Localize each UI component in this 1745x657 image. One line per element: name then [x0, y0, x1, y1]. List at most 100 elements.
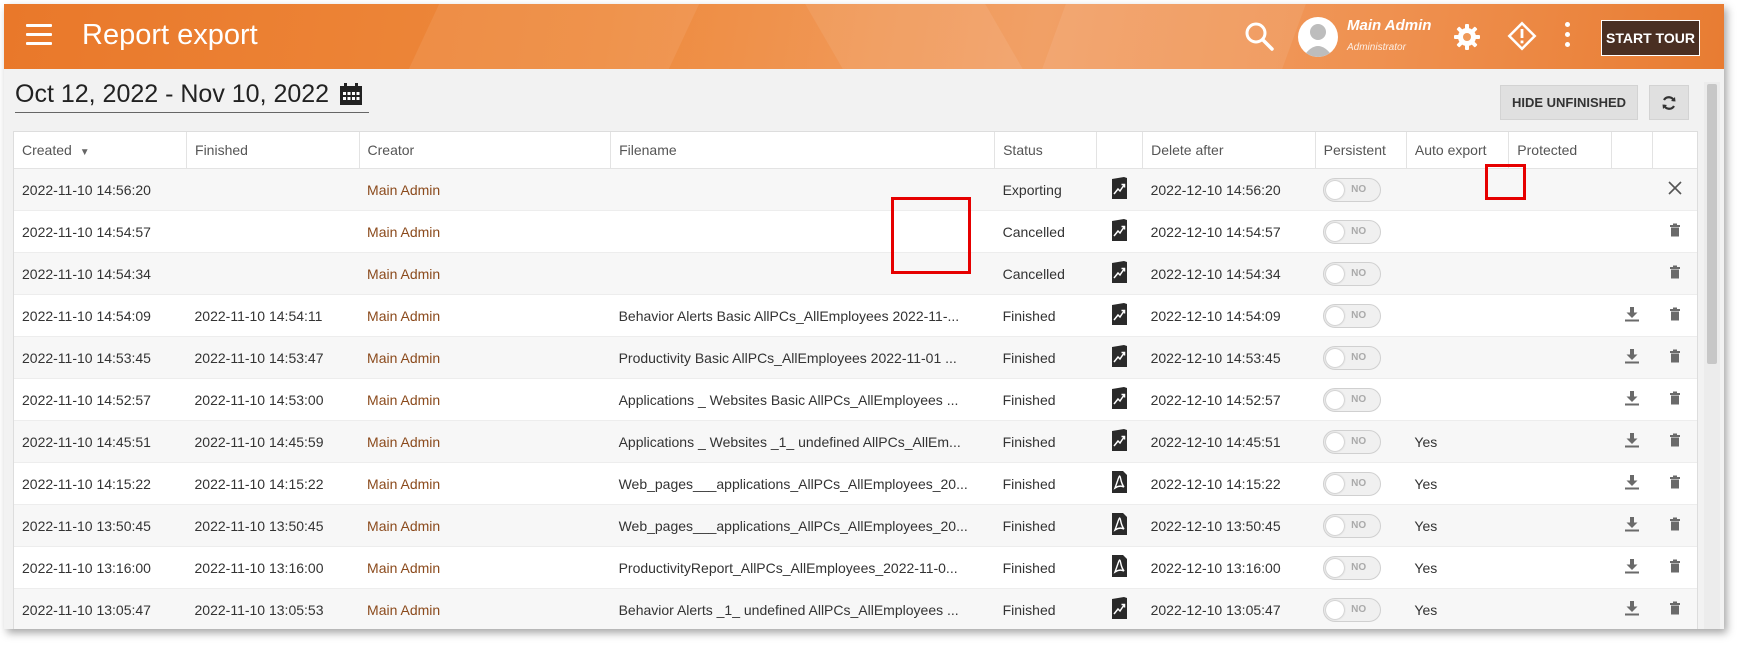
- sort-desc-icon: ▼: [79, 147, 90, 158]
- column-header-auto-export[interactable]: Auto export: [1406, 132, 1510, 169]
- warning-icon[interactable]: [1507, 21, 1537, 51]
- chart-icon[interactable]: [1110, 428, 1129, 455]
- date-range-picker[interactable]: Oct 12, 2022 - Nov 10, 2022: [15, 76, 370, 113]
- trash-icon[interactable]: [1669, 265, 1681, 282]
- chart-icon[interactable]: [1110, 176, 1129, 203]
- chart-icon[interactable]: [1110, 260, 1129, 287]
- cell-filename: [610, 168, 995, 211]
- creator-link[interactable]: Main Admin: [359, 336, 611, 379]
- cell-auto-export: Yes: [1406, 504, 1509, 547]
- persistent-toggle[interactable]: NO: [1323, 219, 1382, 244]
- toggle-label: NO: [1351, 393, 1367, 405]
- cell-action: [1652, 252, 1697, 295]
- pdf-icon[interactable]: [1110, 512, 1129, 539]
- download-icon[interactable]: [1624, 432, 1640, 451]
- cell-delete-after: 2022-12-10 13:05:47: [1142, 588, 1316, 629]
- creator-link[interactable]: Main Admin: [359, 504, 611, 547]
- creator-link[interactable]: Main Admin: [359, 252, 611, 295]
- pdf-icon[interactable]: [1110, 554, 1129, 581]
- avatar[interactable]: [1298, 17, 1338, 57]
- persistent-toggle[interactable]: NO: [1323, 471, 1382, 496]
- search-icon[interactable]: [1244, 21, 1274, 51]
- scrollbar-thumb[interactable]: [1707, 84, 1717, 364]
- persistent-toggle[interactable]: NO: [1323, 261, 1382, 286]
- creator-link[interactable]: Main Admin: [359, 294, 611, 337]
- download-icon[interactable]: [1624, 390, 1640, 409]
- cell-status: Finished: [994, 462, 1097, 505]
- column-header-protected[interactable]: Protected: [1508, 132, 1612, 169]
- creator-link[interactable]: Main Admin: [359, 588, 611, 629]
- cell-auto-export: [1406, 336, 1509, 379]
- column-header-persistent[interactable]: Persistent: [1315, 132, 1407, 169]
- column-header-filename[interactable]: Filename: [610, 132, 996, 169]
- column-header-filetype: [1096, 132, 1144, 169]
- cell-action: [1652, 462, 1697, 505]
- chart-icon[interactable]: [1110, 344, 1129, 371]
- more-options-icon[interactable]: [1562, 22, 1572, 52]
- persistent-toggle[interactable]: NO: [1323, 597, 1382, 622]
- trash-icon[interactable]: [1669, 433, 1681, 450]
- column-header-status[interactable]: Status: [994, 132, 1098, 169]
- hide-unfinished-button[interactable]: HIDE UNFINISHED: [1500, 85, 1638, 120]
- hamburger-menu-icon[interactable]: [26, 24, 52, 46]
- cell-persistent: NO: [1315, 294, 1407, 337]
- cell-protected: [1508, 588, 1612, 629]
- trash-icon[interactable]: [1669, 307, 1681, 324]
- creator-link[interactable]: Main Admin: [359, 210, 611, 253]
- download-icon[interactable]: [1624, 516, 1640, 535]
- persistent-toggle[interactable]: NO: [1323, 345, 1382, 370]
- toggle-knob: [1326, 432, 1345, 451]
- trash-icon[interactable]: [1669, 391, 1681, 408]
- cell-filename: ProductivityReport_AllPCs_AllEmployees_2…: [610, 546, 995, 589]
- download-icon[interactable]: [1624, 558, 1640, 577]
- download-icon[interactable]: [1624, 474, 1640, 493]
- gear-icon[interactable]: [1453, 23, 1481, 51]
- persistent-toggle[interactable]: NO: [1323, 303, 1382, 328]
- download-icon[interactable]: [1624, 600, 1640, 619]
- cell-filetype: [1096, 294, 1143, 337]
- close-icon[interactable]: [1667, 180, 1683, 199]
- column-header-created[interactable]: Created ▼: [14, 132, 188, 169]
- trash-icon[interactable]: [1669, 517, 1681, 534]
- creator-link[interactable]: Main Admin: [359, 420, 611, 463]
- chart-icon[interactable]: [1110, 218, 1129, 245]
- trash-icon[interactable]: [1669, 559, 1681, 576]
- cell-protected: [1508, 378, 1612, 421]
- column-header-creator[interactable]: Creator: [359, 132, 612, 169]
- cell-status: Cancelled: [994, 210, 1097, 253]
- trash-icon[interactable]: [1669, 223, 1681, 240]
- persistent-toggle[interactable]: NO: [1323, 177, 1382, 202]
- cell-download: [1611, 168, 1653, 211]
- cell-auto-export: [1406, 378, 1509, 421]
- refresh-button[interactable]: [1649, 85, 1689, 120]
- download-icon[interactable]: [1624, 348, 1640, 367]
- cell-finished: [186, 210, 360, 253]
- creator-link[interactable]: Main Admin: [359, 168, 611, 211]
- chart-icon[interactable]: [1110, 302, 1129, 329]
- chart-icon[interactable]: [1110, 386, 1129, 413]
- persistent-toggle[interactable]: NO: [1323, 513, 1382, 538]
- download-icon[interactable]: [1624, 306, 1640, 325]
- cell-filetype: [1096, 588, 1143, 629]
- column-header-finished[interactable]: Finished: [186, 132, 360, 169]
- creator-link[interactable]: Main Admin: [359, 546, 611, 589]
- pdf-icon[interactable]: [1110, 470, 1129, 497]
- trash-icon[interactable]: [1669, 475, 1681, 492]
- chart-icon[interactable]: [1110, 596, 1129, 623]
- creator-link[interactable]: Main Admin: [359, 462, 611, 505]
- persistent-toggle[interactable]: NO: [1323, 387, 1382, 412]
- vertical-scrollbar[interactable]: [1704, 82, 1720, 629]
- start-tour-button[interactable]: START TOUR: [1601, 20, 1700, 56]
- persistent-toggle[interactable]: NO: [1323, 429, 1382, 454]
- cell-filename: Web_pages___applications_AllPCs_AllEmplo…: [610, 504, 995, 547]
- creator-link[interactable]: Main Admin: [359, 378, 611, 421]
- column-header-delete-after[interactable]: Delete after: [1142, 132, 1316, 169]
- cell-finished: 2022-11-10 13:16:00: [186, 546, 360, 589]
- trash-icon[interactable]: [1669, 349, 1681, 366]
- cell-download: [1611, 294, 1653, 337]
- persistent-toggle[interactable]: NO: [1323, 555, 1382, 580]
- trash-icon[interactable]: [1669, 601, 1681, 618]
- cell-created: 2022-11-10 14:56:20: [14, 168, 187, 211]
- cell-download: [1611, 504, 1653, 547]
- toggle-label: NO: [1351, 603, 1367, 615]
